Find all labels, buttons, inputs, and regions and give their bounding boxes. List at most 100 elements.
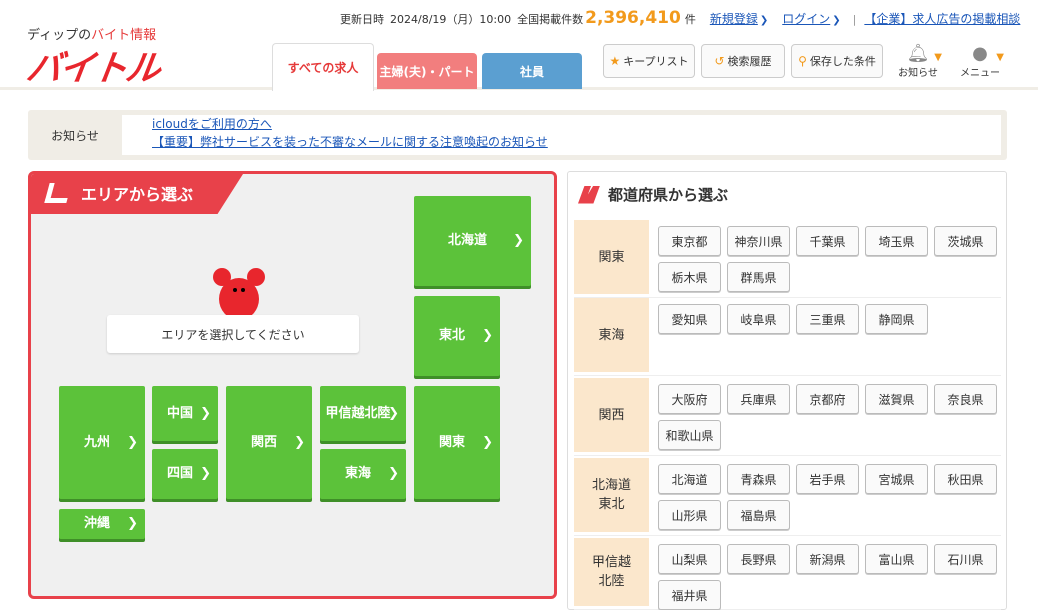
tab-employee[interactable]: 社員	[482, 53, 582, 89]
region-label: 甲信越 北陸	[574, 538, 649, 606]
area-kansai-button[interactable]: 関西 ❯	[226, 386, 312, 499]
prefecture-button[interactable]: 栃木県	[658, 262, 721, 292]
chevron-right-icon: ❯	[759, 15, 769, 26]
prefecture-buttons: 大阪府 兵庫県 京都府 滋賀県 奈良県和歌山県	[658, 384, 1003, 450]
prefecture-button[interactable]: 茨城県	[934, 226, 997, 256]
star-icon: ★	[609, 54, 621, 68]
prefecture-button[interactable]: 山梨県	[658, 544, 721, 574]
region-label: 関東	[574, 220, 649, 294]
chevron-right-icon: ❯	[832, 15, 841, 26]
area-koshinetsu-button[interactable]: 甲信越北陸 ❯	[320, 386, 406, 441]
mascot-image	[211, 264, 267, 322]
chevron-right-icon: ❯	[200, 465, 211, 481]
chevron-right-icon: ❯	[388, 405, 399, 421]
prefecture-panel-title: 都道府県から選ぶ	[608, 186, 729, 204]
notifications-button[interactable]: 🔔︎ お知らせ ▼	[892, 44, 944, 80]
prefecture-button[interactable]: 静岡県	[865, 304, 928, 334]
chevron-right-icon: ❯	[482, 434, 493, 450]
chevron-right-icon: ❯	[127, 434, 138, 450]
prefecture-button[interactable]: 石川県	[934, 544, 997, 574]
prefecture-buttons: 北海道 青森県 岩手県 宮城県 秋田県山形県 福島県	[658, 464, 1003, 530]
menu-button[interactable]: ● メニュー ▼	[954, 44, 1006, 80]
region-label: 東海	[574, 298, 649, 372]
login-link[interactable]: ログイン	[782, 10, 830, 27]
prefecture-buttons: 山梨県 長野県 新潟県 富山県 石川県福井県	[658, 544, 1003, 610]
area-shikoku-button[interactable]: 四国 ❯	[152, 449, 218, 499]
prefecture-button[interactable]: 岐阜県	[727, 304, 790, 334]
prefecture-button[interactable]: 秋田県	[934, 464, 997, 494]
region-row: 関東 東京都 神奈川県 千葉県 埼玉県 茨城県栃木県 群馬県	[574, 220, 1001, 298]
chevron-right-icon: ❯	[127, 515, 138, 531]
keep-list-button[interactable]: ★ キープリスト	[603, 44, 695, 78]
prefecture-buttons: 愛知県 岐阜県 三重県 静岡県	[658, 304, 1003, 334]
map-icon	[44, 183, 72, 203]
area-kyushu-button[interactable]: 九州 ❯	[59, 386, 145, 499]
prefecture-button[interactable]: 富山県	[865, 544, 928, 574]
prefecture-button[interactable]: 奈良県	[934, 384, 997, 414]
search-icon: ⚲	[798, 54, 807, 68]
region-label: 北海道 東北	[574, 458, 649, 532]
prefecture-button[interactable]: 三重県	[796, 304, 859, 334]
region-row: 東海 愛知県 岐阜県 三重県 静岡県	[574, 298, 1001, 376]
tab-all-jobs[interactable]: すべての求人	[272, 43, 374, 91]
prefecture-button[interactable]: 宮城県	[865, 464, 928, 494]
prefecture-button[interactable]: 福井県	[658, 580, 721, 610]
chevron-right-icon: ❯	[388, 465, 399, 481]
saved-conditions-button[interactable]: ⚲ 保存した条件	[791, 44, 883, 78]
prefecture-panel-header: 都道府県から選ぶ	[578, 184, 728, 205]
prefecture-button[interactable]: 神奈川県	[727, 226, 790, 256]
japan-map-icon	[578, 185, 600, 204]
area-panel-title: エリアから選ぶ	[81, 185, 194, 204]
area-hokkaido-button[interactable]: 北海道 ❯	[414, 196, 531, 286]
notice-link-phishing[interactable]: 【重要】弊社サービスを装った不審なメールに関する注意喚起のお知らせ	[152, 133, 1001, 151]
baitoru-logo[interactable]: バイトル	[23, 40, 162, 91]
prefecture-button[interactable]: 埼玉県	[865, 226, 928, 256]
prefecture-button[interactable]: 青森県	[727, 464, 790, 494]
notice-bar: お知らせ icloudをご利用の方へ 【重要】弊社サービスを装った不審なメールに…	[28, 110, 1007, 160]
area-tohoku-button[interactable]: 東北 ❯	[414, 296, 500, 376]
prefecture-button[interactable]: 長野県	[727, 544, 790, 574]
prefecture-button[interactable]: 新潟県	[796, 544, 859, 574]
top-info-bar: 更新日時 2024/8/19（月）10:00 全国掲載件数 2,396,410 …	[340, 8, 1021, 28]
site-header: ディップのバイト情報 バイトル 更新日時 2024/8/19（月）10:00 全…	[0, 0, 1038, 91]
register-link[interactable]: 新規登録	[710, 10, 758, 27]
jobs-count-unit: 件	[684, 13, 696, 26]
prefecture-button[interactable]: 兵庫県	[727, 384, 790, 414]
prefecture-buttons: 東京都 神奈川県 千葉県 埼玉県 茨城県栃木県 群馬県	[658, 226, 1003, 292]
area-okinawa-button[interactable]: 沖縄 ❯	[59, 509, 145, 539]
tab-part-time[interactable]: 主婦(夫)・パート	[377, 53, 477, 89]
search-history-button[interactable]: ↺ 検索履歴	[701, 44, 785, 78]
chevron-right-icon: ❯	[200, 405, 211, 421]
corporate-link[interactable]: 【企業】求人広告の掲載相談	[864, 10, 1020, 27]
prefecture-select-panel: 都道府県から選ぶ 関東 東京都 神奈川県 千葉県 埼玉県 茨城県栃木県 群馬県東海 愛知県 岐阜…	[567, 171, 1007, 610]
region-row: 甲信越 北陸 山梨県 長野県 新潟県 富山県 石川県福井県	[574, 538, 1001, 610]
prefecture-button[interactable]: 岩手県	[796, 464, 859, 494]
chevron-right-icon: ❯	[482, 327, 493, 343]
area-chugoku-button[interactable]: 中国 ❯	[152, 386, 218, 441]
area-tokai-button[interactable]: 東海 ❯	[320, 449, 406, 499]
region-row: 北海道 東北 北海道 青森県 岩手県 宮城県 秋田県山形県 福島県	[574, 458, 1001, 536]
prefecture-button[interactable]: 京都府	[796, 384, 859, 414]
jobs-count-label: 全国掲載件数	[517, 13, 584, 26]
prefecture-button[interactable]: 滋賀県	[865, 384, 928, 414]
chevron-right-icon: ❯	[513, 232, 524, 248]
notice-label: お知らせ	[51, 128, 99, 143]
prefecture-button[interactable]: 愛知県	[658, 304, 721, 334]
notice-list: icloudをご利用の方へ 【重要】弊社サービスを装った不審なメールに関する注意…	[122, 115, 1001, 155]
region-label: 関西	[574, 378, 649, 452]
area-prompt: エリアを選択してください	[107, 315, 359, 353]
prefecture-button[interactable]: 福島県	[727, 500, 790, 530]
prefecture-button[interactable]: 大阪府	[658, 384, 721, 414]
jobs-count: 2,396,410	[585, 8, 681, 28]
prefecture-button[interactable]: 群馬県	[727, 262, 790, 292]
prefecture-button[interactable]: 山形県	[658, 500, 721, 530]
prefecture-button[interactable]: 和歌山県	[658, 420, 721, 450]
prefecture-button[interactable]: 北海道	[658, 464, 721, 494]
area-kanto-button[interactable]: 関東 ❯	[414, 386, 500, 499]
notice-link-icloud[interactable]: icloudをご利用の方へ	[152, 115, 1001, 133]
prefecture-button[interactable]: 東京都	[658, 226, 721, 256]
updated-label: 更新日時	[340, 13, 384, 26]
area-panel-header: エリアから選ぶ	[31, 174, 243, 214]
area-select-panel: エリアから選ぶ エリアを選択してください 北海道 ❯ 東北 ❯ 関東 ❯ 甲信越北陸 ❯…	[28, 171, 557, 599]
prefecture-button[interactable]: 千葉県	[796, 226, 859, 256]
